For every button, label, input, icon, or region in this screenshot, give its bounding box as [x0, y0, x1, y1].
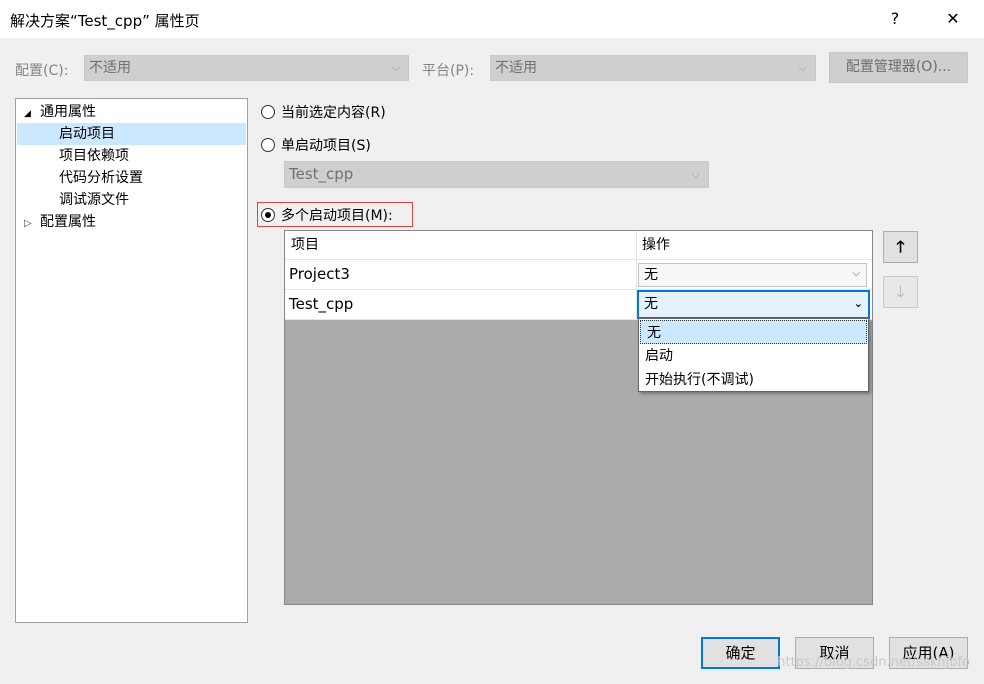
platform-combo[interactable]: 不适用 ⌵: [490, 55, 816, 81]
chevron-down-icon: ⌵: [391, 61, 400, 74]
tree-item-code-analysis[interactable]: 代码分析设置: [59, 167, 143, 189]
tree-item-project-dependencies[interactable]: 项目依赖项: [59, 145, 129, 167]
header-project[interactable]: 项目: [291, 231, 319, 260]
project-name: Test_cpp: [289, 295, 354, 313]
window-title: 解决方案“Test_cpp” 属性页: [10, 12, 200, 30]
config-combo[interactable]: 不适用 ⌵: [84, 55, 409, 81]
column-divider: [636, 260, 637, 289]
chevron-down-icon: ⌵: [691, 168, 700, 181]
project-name: Project3: [289, 265, 350, 283]
platform-label: 平台(P):: [422, 63, 475, 79]
chevron-down-icon: ⌵: [852, 268, 860, 279]
ok-button[interactable]: 确定: [701, 637, 780, 669]
move-up-button[interactable]: 🡑: [883, 231, 918, 263]
table-row[interactable]: Project3 无 ⌵: [285, 260, 872, 290]
single-startup-combo[interactable]: Test_cpp ⌵: [284, 161, 709, 188]
header-action[interactable]: 操作: [642, 231, 670, 260]
arrow-down-icon: 🡓: [896, 282, 905, 301]
radio-button-selected[interactable]: [261, 208, 275, 222]
column-divider: [636, 231, 637, 259]
config-label: 配置(C):: [15, 63, 69, 79]
radio-label: 多个启动项目(M):: [281, 208, 393, 224]
chevron-down-icon: ⌵: [798, 61, 807, 74]
table-row[interactable]: Test_cpp 无 ⌄: [285, 290, 872, 320]
config-manager-button[interactable]: 配置管理器(O)...: [829, 52, 968, 83]
action-value: 无: [644, 267, 658, 283]
tree-item-label: 调试源文件: [59, 192, 129, 208]
tree-item-label: 配置属性: [40, 214, 96, 230]
tree-item-label: 启动项目: [59, 126, 115, 142]
tree-item-debug-source-files[interactable]: 调试源文件: [59, 189, 129, 211]
tree-item-label: 项目依赖项: [59, 148, 129, 164]
close-button[interactable]: ✕: [942, 8, 964, 30]
startup-projects-grid: 项目 操作 Project3 无 ⌵ Test_cpp 无 ⌄: [284, 230, 873, 605]
tree-item-common-properties[interactable]: ◢ 通用属性: [24, 101, 96, 123]
chevron-down-icon: ⌄: [853, 297, 863, 310]
watermark: https://blog.csdn.net/sskhjbfo: [777, 655, 970, 670]
dropdown-option-start-without-debug[interactable]: 开始执行(不调试): [639, 368, 868, 392]
grid-header: 项目 操作: [285, 231, 872, 260]
config-value: 不适用: [89, 60, 131, 76]
help-button[interactable]: ?: [884, 8, 906, 30]
move-down-button[interactable]: 🡓: [883, 276, 918, 308]
single-startup-value: Test_cpp: [289, 165, 354, 183]
radio-button[interactable]: [261, 138, 275, 152]
platform-value: 不适用: [495, 60, 537, 76]
action-value: 无: [644, 296, 658, 312]
tree-item-config-properties[interactable]: ▷ 配置属性: [24, 211, 96, 233]
action-combo[interactable]: 无 ⌵: [638, 263, 867, 287]
radio-dot-icon: [265, 212, 271, 218]
arrow-up-icon: 🡑: [896, 237, 905, 256]
dropdown-option-none[interactable]: 无: [640, 320, 867, 344]
action-combo-focused[interactable]: 无 ⌄: [637, 290, 870, 319]
tree-item-label: 代码分析设置: [59, 170, 143, 186]
expanded-triangle-icon[interactable]: ◢: [24, 103, 40, 125]
radio-label: 单启动项目(S): [281, 138, 371, 154]
radio-button[interactable]: [261, 105, 275, 119]
tree-item-startup-project[interactable]: 启动项目: [17, 123, 246, 145]
collapsed-triangle-icon[interactable]: ▷: [24, 213, 40, 235]
dropdown-option-start[interactable]: 启动: [639, 344, 868, 368]
action-dropdown-list: 无 启动 开始执行(不调试): [638, 318, 869, 392]
title-bar: 解决方案“Test_cpp” 属性页 ? ✕: [0, 0, 984, 38]
tree-item-label: 通用属性: [40, 104, 96, 120]
property-tree: ◢ 通用属性 启动项目 项目依赖项 代码分析设置 调试源文件 ▷ 配置属性: [15, 98, 248, 623]
radio-label: 当前选定内容(R): [281, 105, 386, 121]
